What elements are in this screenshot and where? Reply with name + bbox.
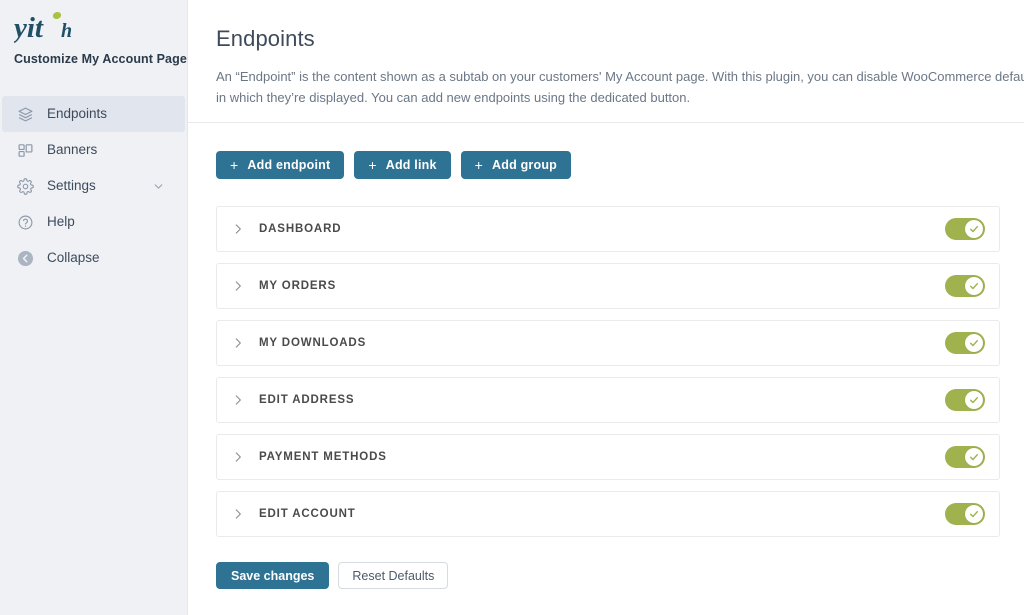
endpoint-row-left: DASHBOARD bbox=[231, 222, 341, 236]
check-icon bbox=[965, 448, 983, 466]
gear-icon bbox=[14, 175, 36, 197]
endpoint-row-left: PAYMENT METHODS bbox=[231, 450, 387, 464]
sidebar-item-label: Settings bbox=[47, 178, 96, 194]
chevron-right-icon[interactable] bbox=[231, 279, 245, 293]
svg-text:h: h bbox=[61, 20, 72, 42]
add-endpoint-button[interactable]: + Add endpoint bbox=[216, 151, 345, 179]
endpoint-label: MY DOWNLOADS bbox=[259, 337, 367, 349]
endpoint-row[interactable]: DASHBOARD bbox=[216, 206, 1000, 252]
chevron-right-icon[interactable] bbox=[231, 222, 245, 236]
chevron-right-icon[interactable] bbox=[231, 336, 245, 350]
sidebar-item-banners[interactable]: Banners bbox=[0, 132, 187, 168]
endpoint-label: PAYMENT METHODS bbox=[259, 451, 387, 463]
sidebar-item-help[interactable]: Help bbox=[0, 204, 187, 240]
page-description: An “Endpoint” is the content shown as a … bbox=[216, 66, 1024, 109]
endpoint-toggle[interactable] bbox=[945, 503, 985, 525]
save-changes-button[interactable]: Save changes bbox=[216, 562, 330, 589]
app-root: yit h Customize My Account Page Endpoint… bbox=[0, 0, 1024, 615]
plus-icon: + bbox=[368, 157, 377, 173]
page-title: Endpoints bbox=[216, 26, 315, 51]
sidebar-item-label: Endpoints bbox=[47, 106, 108, 122]
layers-icon bbox=[14, 103, 36, 125]
question-circle-icon bbox=[14, 211, 36, 233]
svg-text:yit: yit bbox=[14, 12, 44, 44]
check-icon bbox=[965, 334, 983, 352]
yith-logo-icon: yit h bbox=[14, 12, 72, 44]
endpoint-toggle[interactable] bbox=[945, 332, 985, 354]
yith-logo[interactable]: yit h bbox=[0, 0, 187, 46]
endpoint-row[interactable]: PAYMENT METHODS bbox=[216, 434, 1000, 480]
sidebar-subtitle: Customize My Account Page bbox=[14, 52, 187, 66]
endpoint-label: EDIT ADDRESS bbox=[259, 394, 355, 406]
endpoint-toggle[interactable] bbox=[945, 389, 985, 411]
check-icon bbox=[965, 505, 983, 523]
page-description-line-1: An “Endpoint” is the content shown as a … bbox=[216, 69, 1024, 84]
endpoint-row-left: MY DOWNLOADS bbox=[231, 336, 366, 350]
endpoint-row[interactable]: MY ORDERS bbox=[216, 263, 1000, 309]
check-icon bbox=[965, 391, 983, 409]
chevron-down-icon[interactable] bbox=[152, 180, 165, 193]
page-header: Endpoints An “Endpoint” is the content s… bbox=[188, 0, 1024, 123]
endpoint-label: EDIT ACCOUNT bbox=[259, 508, 356, 520]
endpoint-label: DASHBOARD bbox=[259, 223, 342, 235]
endpoint-row-left: MY ORDERS bbox=[231, 279, 336, 293]
endpoint-toggle[interactable] bbox=[945, 218, 985, 240]
check-icon bbox=[965, 220, 983, 238]
sidebar-item-label: Collapse bbox=[47, 250, 100, 266]
blocks-icon bbox=[14, 139, 36, 161]
sidebar-item-endpoints[interactable]: Endpoints bbox=[2, 96, 185, 132]
toolbar: + Add endpoint + Add link + Add group bbox=[188, 123, 1024, 179]
sidebar-item-settings[interactable]: Settings bbox=[0, 168, 187, 204]
plus-icon: + bbox=[474, 157, 484, 173]
sidebar-nav: Endpoints Banners Settings Help Collapse bbox=[0, 96, 187, 276]
chevron-right-icon[interactable] bbox=[231, 450, 245, 464]
add-group-label: Add group bbox=[492, 158, 557, 172]
endpoint-row[interactable]: EDIT ACCOUNT bbox=[216, 491, 1000, 537]
page-description-line-2: in which they’re displayed. You can add … bbox=[216, 90, 691, 106]
sidebar-item-label: Help bbox=[47, 214, 75, 230]
sidebar: yit h Customize My Account Page Endpoint… bbox=[0, 0, 188, 615]
add-link-label: Add link bbox=[385, 158, 437, 172]
footer-actions: Save changes Reset Defaults bbox=[188, 548, 1024, 589]
endpoint-row[interactable]: EDIT ADDRESS bbox=[216, 377, 1000, 423]
sidebar-item-collapse[interactable]: Collapse bbox=[0, 240, 187, 276]
add-link-button[interactable]: + Add link bbox=[354, 151, 451, 179]
endpoint-toggle[interactable] bbox=[945, 275, 985, 297]
endpoint-row-left: EDIT ADDRESS bbox=[231, 393, 354, 407]
endpoint-row-left: EDIT ACCOUNT bbox=[231, 507, 356, 521]
endpoint-row[interactable]: MY DOWNLOADS bbox=[216, 320, 1000, 366]
endpoint-list: DASHBOARD MY ORDERS MY DOWNLOADS EDIT AD… bbox=[188, 179, 1024, 537]
plus-icon: + bbox=[230, 157, 239, 173]
add-group-button[interactable]: + Add group bbox=[460, 151, 571, 179]
chevron-right-icon[interactable] bbox=[231, 507, 245, 521]
check-icon bbox=[965, 277, 983, 295]
chevron-right-icon[interactable] bbox=[231, 393, 245, 407]
endpoint-toggle[interactable] bbox=[945, 446, 985, 468]
endpoint-label: MY ORDERS bbox=[259, 280, 337, 292]
reset-defaults-button[interactable]: Reset Defaults bbox=[338, 562, 449, 589]
collapse-arrow-icon bbox=[14, 247, 36, 269]
sidebar-item-label: Banners bbox=[47, 142, 98, 158]
add-endpoint-label: Add endpoint bbox=[247, 158, 331, 172]
main-content: Endpoints An “Endpoint” is the content s… bbox=[188, 0, 1024, 615]
